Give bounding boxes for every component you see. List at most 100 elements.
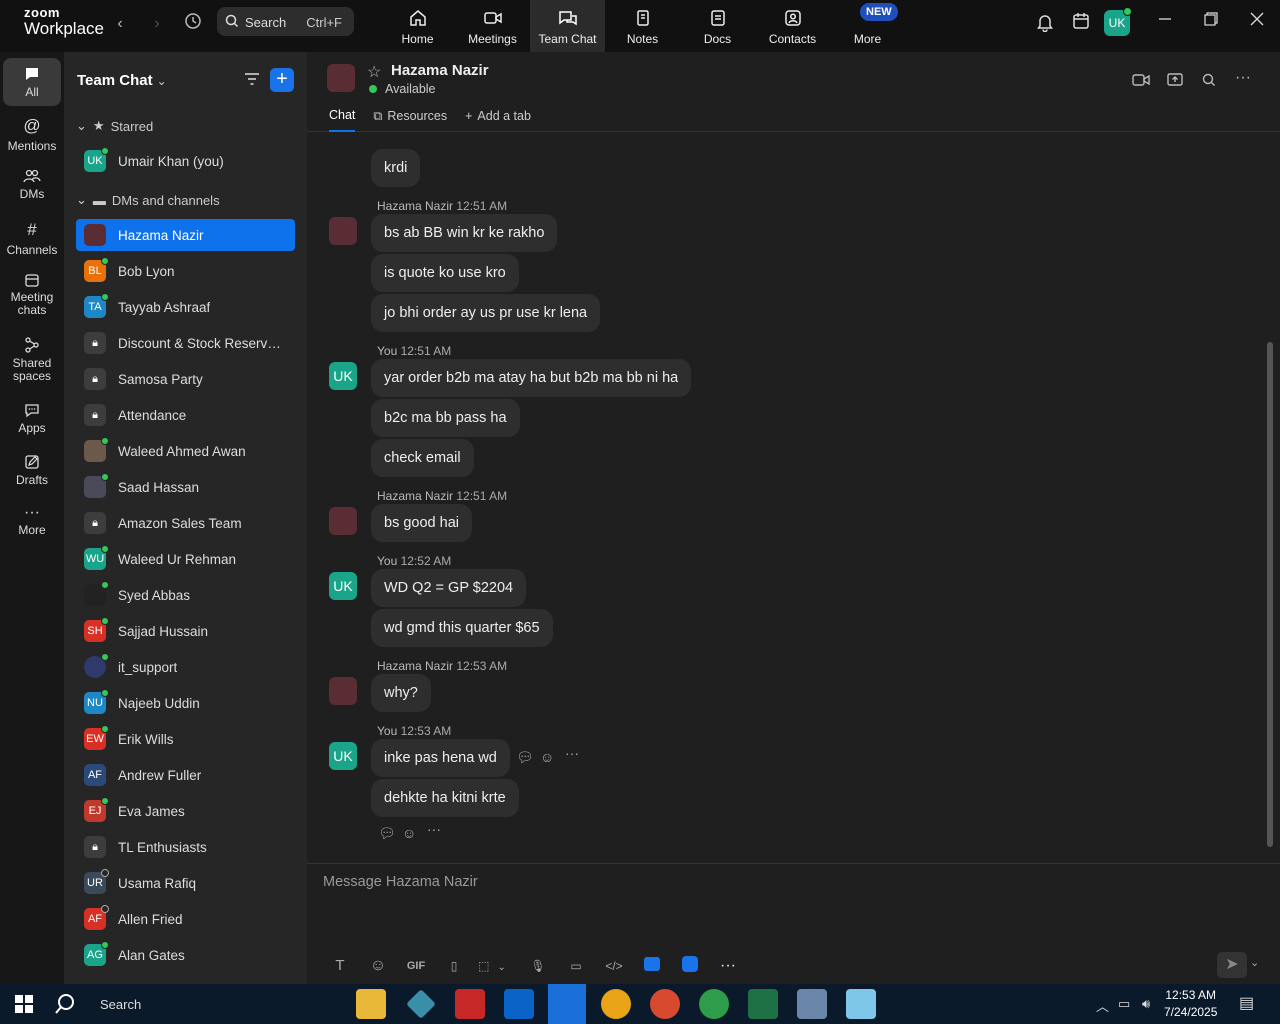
sender-name[interactable]: Hazama Nazir <box>377 199 453 213</box>
microphone-icon[interactable]: 🎙︎ <box>519 959 557 973</box>
more-actions-icon[interactable]: ··· <box>427 821 441 837</box>
calculator-icon[interactable] <box>797 989 827 1019</box>
message-bubble[interactable]: jo bhi order ay us pr use kr lena <box>371 294 601 332</box>
text-format-icon[interactable]: T <box>321 957 359 974</box>
forward-arrow-icon[interactable]: › <box>145 12 169 36</box>
sidebar-item-hazama-nazir[interactable]: Hazama Nazir <box>76 219 295 251</box>
rail-meeting-chats[interactable]: Meeting chats <box>0 272 64 317</box>
nav-docs[interactable]: Docs <box>680 0 755 52</box>
message-bubble[interactable]: bs ab BB win kr ke rakho <box>371 214 558 252</box>
emoji-react-icon[interactable]: ☺ <box>540 749 554 765</box>
excel-icon[interactable] <box>748 989 778 1019</box>
rail-dms[interactable]: DMs <box>0 168 64 201</box>
filezilla-icon[interactable] <box>455 989 485 1019</box>
reply-icon[interactable]: 💬︎ <box>516 749 534 766</box>
back-arrow-icon[interactable]: ‹ <box>108 12 132 36</box>
zoom-taskbar-icon[interactable] <box>548 984 586 1024</box>
tab-chat[interactable]: Chat <box>329 108 356 132</box>
message-bubble[interactable]: wd gmd this quarter $65 <box>371 609 553 647</box>
message-bubble[interactable]: check email <box>371 439 474 477</box>
sidebar-item-andrew-fuller[interactable]: AF Andrew Fuller <box>76 759 295 791</box>
more-actions-icon[interactable]: ··· <box>565 745 579 761</box>
message-bubble[interactable]: yar order b2b ma atay ha but b2b ma bb n… <box>371 359 692 397</box>
sidebar-item-bob-lyon[interactable]: BL Bob Lyon <box>76 255 295 287</box>
notifications-icon[interactable]: ▤ <box>1239 993 1254 1013</box>
sidebar-item-allen-fried[interactable]: AF Allen Fried <box>76 903 295 935</box>
sidebar-item-umair-khan[interactable]: UK Umair Khan (you) <box>76 145 295 177</box>
chrome-profile-icon[interactable] <box>650 989 680 1019</box>
message-bubble[interactable]: dehkte ha kitni krte <box>371 779 519 817</box>
message-bubble[interactable]: WD Q2 = GP $2204 <box>371 569 527 607</box>
new-chat-button[interactable]: + <box>270 68 294 92</box>
message-bubble[interactable]: b2c ma bb pass ha <box>371 399 520 437</box>
tab-resources[interactable]: ⧉ Resources <box>373 108 447 132</box>
screenshot-icon[interactable]: ⬚ ⌄ <box>473 959 511 973</box>
avatar[interactable]: UK <box>329 742 357 770</box>
dms-section-header[interactable]: ⌄ ▬ DMs and channels <box>76 192 220 208</box>
sidebar-item-tl-enthusiasts[interactable]: 🔒︎ TL Enthusiasts <box>76 831 295 863</box>
chrome-profile-2-icon[interactable] <box>699 989 729 1019</box>
nav-team-chat[interactable]: Team Chat <box>530 0 605 52</box>
close-icon[interactable] <box>1245 12 1269 36</box>
sidebar-item-eva-james[interactable]: EJ Eva James <box>76 795 295 827</box>
message-bubble[interactable]: krdi <box>371 149 421 187</box>
sidebar-item-sajjad-hussain[interactable]: SH Sajjad Hussain <box>76 615 295 647</box>
sidebar-item-najeeb-uddin[interactable]: NU Najeeb Uddin <box>76 687 295 719</box>
reply-icon[interactable]: 💬︎ <box>378 825 396 842</box>
message-scrollbar[interactable] <box>1267 342 1273 847</box>
outlook-icon[interactable] <box>504 989 534 1019</box>
taskbar-search[interactable]: Search <box>54 984 141 1024</box>
code-snippet-icon[interactable]: </> <box>595 959 633 973</box>
emoji-react-icon[interactable]: ☺ <box>402 825 416 841</box>
sender-name[interactable]: You <box>377 344 397 358</box>
sidebar-item-usama-rafiq[interactable]: UR Usama Rafiq <box>76 867 295 899</box>
star-outline-icon[interactable]: ☆ <box>367 62 381 82</box>
contact-name[interactable]: Hazama Nazir <box>391 62 489 79</box>
sidebar-title[interactable]: Team Chat ⌄ <box>77 72 167 89</box>
message-bubble[interactable]: is quote ko use kro <box>371 254 519 292</box>
windows-start-icon[interactable] <box>15 995 33 1018</box>
avatar[interactable] <box>329 507 357 535</box>
calendar-icon[interactable] <box>1069 12 1093 36</box>
gif-button[interactable]: GIF <box>397 960 435 972</box>
send-button[interactable]: ➤ <box>1217 952 1247 978</box>
starred-section-header[interactable]: ⌄ ★ Starred <box>76 118 153 134</box>
sidebar-item-samosa-party[interactable]: 🔒︎ Samosa Party <box>76 363 295 395</box>
sidebar-item-erik-wills[interactable]: EW Erik Wills <box>76 723 295 755</box>
sidebar-item-amazon-sales-team[interactable]: 🔒︎ Amazon Sales Team <box>76 507 295 539</box>
avatar[interactable] <box>329 217 357 245</box>
message-bubble[interactable]: why? <box>371 674 431 712</box>
file-explorer-icon[interactable] <box>356 989 386 1019</box>
message-bubble[interactable]: bs good hai <box>371 504 472 542</box>
more-options-icon[interactable]: ··· <box>1235 70 1251 86</box>
rail-more[interactable]: ··· More <box>0 505 64 538</box>
rail-shared-spaces[interactable]: Shared spaces <box>0 336 64 383</box>
rail-mentions[interactable]: @ Mentions <box>0 116 64 153</box>
video-message-icon[interactable]: ▭ <box>557 959 595 973</box>
search-box[interactable]: Search Ctrl+F <box>217 7 354 36</box>
file-icon[interactable]: ▯ <box>435 959 473 973</box>
volume-icon[interactable]: 🔊︎ <box>1142 996 1150 1012</box>
rail-drafts[interactable]: Drafts <box>0 454 64 487</box>
network-icon[interactable]: ▭ <box>1118 996 1130 1012</box>
sender-name[interactable]: You <box>377 554 397 568</box>
tab-add[interactable]: + Add a tab <box>465 108 531 132</box>
bell-icon[interactable] <box>1033 12 1057 36</box>
sender-name[interactable]: Hazama Nazir <box>377 489 453 503</box>
taskbar-clock[interactable]: 12:53 AM 7/24/2025 <box>1164 987 1217 1021</box>
nav-contacts[interactable]: Contacts <box>755 0 830 52</box>
nav-notes[interactable]: Notes <box>605 0 680 52</box>
rail-channels[interactable]: # Channels <box>0 220 64 257</box>
message-bubble[interactable]: inke pas hena wd <box>371 739 510 777</box>
avatar[interactable] <box>329 677 357 705</box>
more-tools-icon[interactable]: ··· <box>709 957 747 975</box>
nav-meetings[interactable]: Meetings <box>455 0 530 52</box>
avatar[interactable]: UK <box>329 362 357 390</box>
sidebar-item-discount-stock[interactable]: 🔒︎ Discount & Stock Reservati... <box>76 327 295 359</box>
filter-icon[interactable] <box>244 72 260 91</box>
search-icon[interactable] <box>1201 72 1217 93</box>
sidebar-item-tayyab-ashraaf[interactable]: TA Tayyab Ashraaf <box>76 291 295 323</box>
sidebar-item-syed-abbas[interactable]: Syed Abbas <box>76 579 295 611</box>
avatar[interactable]: UK <box>329 572 357 600</box>
chevron-up-icon[interactable]: ︿ <box>1096 996 1109 1015</box>
